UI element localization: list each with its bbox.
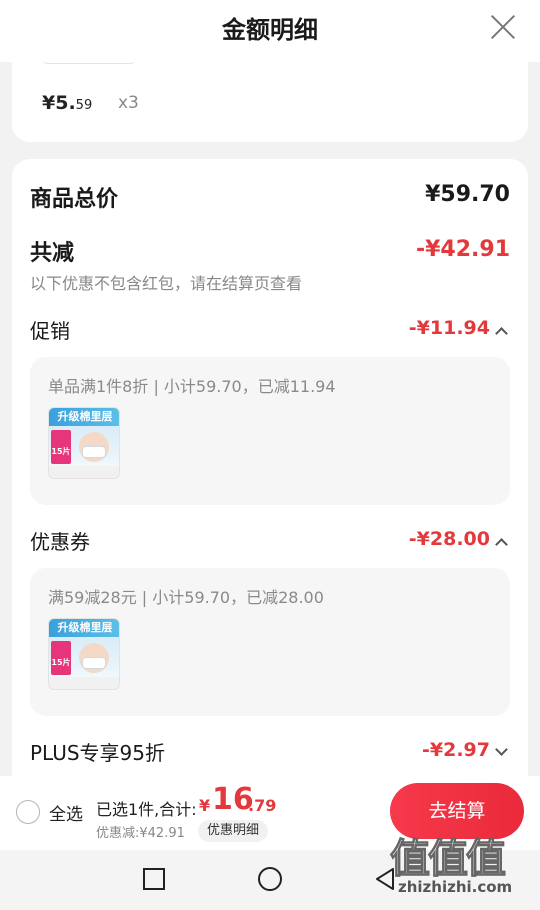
amount-detail-card: 商品总价 ¥59.70 共减 -¥42.91 以下优惠不包含红包，请在结算页查看… xyxy=(12,159,528,776)
plus-discount-title: PLUS专享95折 xyxy=(30,741,165,765)
product-image-mask xyxy=(82,446,106,458)
item-price: ¥5.59 xyxy=(42,92,92,114)
select-all-label[interactable]: 全选 xyxy=(49,800,83,825)
product-image-tag: 升级棉里层 xyxy=(49,619,119,637)
watermark: 值值值 zhizhizhi.com xyxy=(389,826,535,904)
chevron-up-icon[interactable] xyxy=(495,327,508,340)
reduction-label: 共减 xyxy=(30,241,75,266)
total-price-value: ¥59.70 xyxy=(425,182,510,207)
selected-count-text: 已选1件,合计: xyxy=(96,800,197,819)
product-image-footer xyxy=(49,677,119,689)
total-amount-decimal: .79 xyxy=(248,796,277,815)
promotion-title: 促销 xyxy=(30,319,70,343)
coupon-desc: 满59减28元 | 小计59.70，已减28.00 xyxy=(48,588,324,607)
total-price-label: 商品总价 xyxy=(30,187,119,212)
chevron-up-icon[interactable] xyxy=(495,538,508,551)
reduction-value: -¥42.91 xyxy=(415,237,510,262)
header-bar: 金额明细 xyxy=(0,0,540,62)
plus-discount-value: -¥2.97 xyxy=(422,739,490,761)
product-image[interactable]: 升级棉里层 15片 xyxy=(48,618,120,690)
close-icon[interactable] xyxy=(488,12,518,42)
discount-summary: 优惠减:¥42.91 xyxy=(96,826,185,841)
coupon-value: -¥28.00 xyxy=(408,528,490,550)
scroll-content[interactable]: ¥5.59 x3 商品总价 ¥59.70 共减 -¥42.91 以下优惠不包含红… xyxy=(0,62,540,776)
reduction-note: 以下优惠不包含红包，请在结算页查看 xyxy=(30,274,303,293)
product-thumbnail xyxy=(42,62,136,64)
item-quantity: x3 xyxy=(118,93,139,113)
total-currency: ¥ xyxy=(199,796,211,815)
recent-apps-icon[interactable] xyxy=(143,868,165,890)
watermark-url: zhizhizhi.com xyxy=(398,878,513,896)
coupon-title: 优惠券 xyxy=(30,530,90,554)
select-all-checkbox[interactable] xyxy=(16,800,40,824)
product-image-badge: 15片 xyxy=(51,447,71,456)
coupon-detail-box: 满59减28元 | 小计59.70，已减28.00 升级棉里层 15片 xyxy=(30,568,510,716)
product-image-tag: 升级棉里层 xyxy=(49,408,119,426)
chevron-down-icon[interactable] xyxy=(495,743,508,756)
item-price-cents: 59 xyxy=(75,98,93,113)
home-icon[interactable] xyxy=(258,867,282,891)
watermark-logo: 值值值 xyxy=(389,835,506,882)
product-image-footer xyxy=(49,466,119,478)
item-card: ¥5.59 x3 xyxy=(12,62,528,142)
product-image[interactable]: 升级棉里层 15片 xyxy=(48,407,120,479)
product-image-badge: 15片 xyxy=(51,658,71,667)
discount-detail-button[interactable]: 优惠明细 xyxy=(198,820,269,842)
product-image-mask xyxy=(82,657,106,669)
promotion-desc: 单品满1件8折 | 小计59.70，已减11.94 xyxy=(48,377,336,396)
item-price-main: ¥5. xyxy=(42,92,76,114)
page-title: 金额明细 xyxy=(222,16,318,44)
promotion-value: -¥11.94 xyxy=(408,317,490,339)
promotion-detail-box: 单品满1件8折 | 小计59.70，已减11.94 升级棉里层 15片 xyxy=(30,357,510,505)
